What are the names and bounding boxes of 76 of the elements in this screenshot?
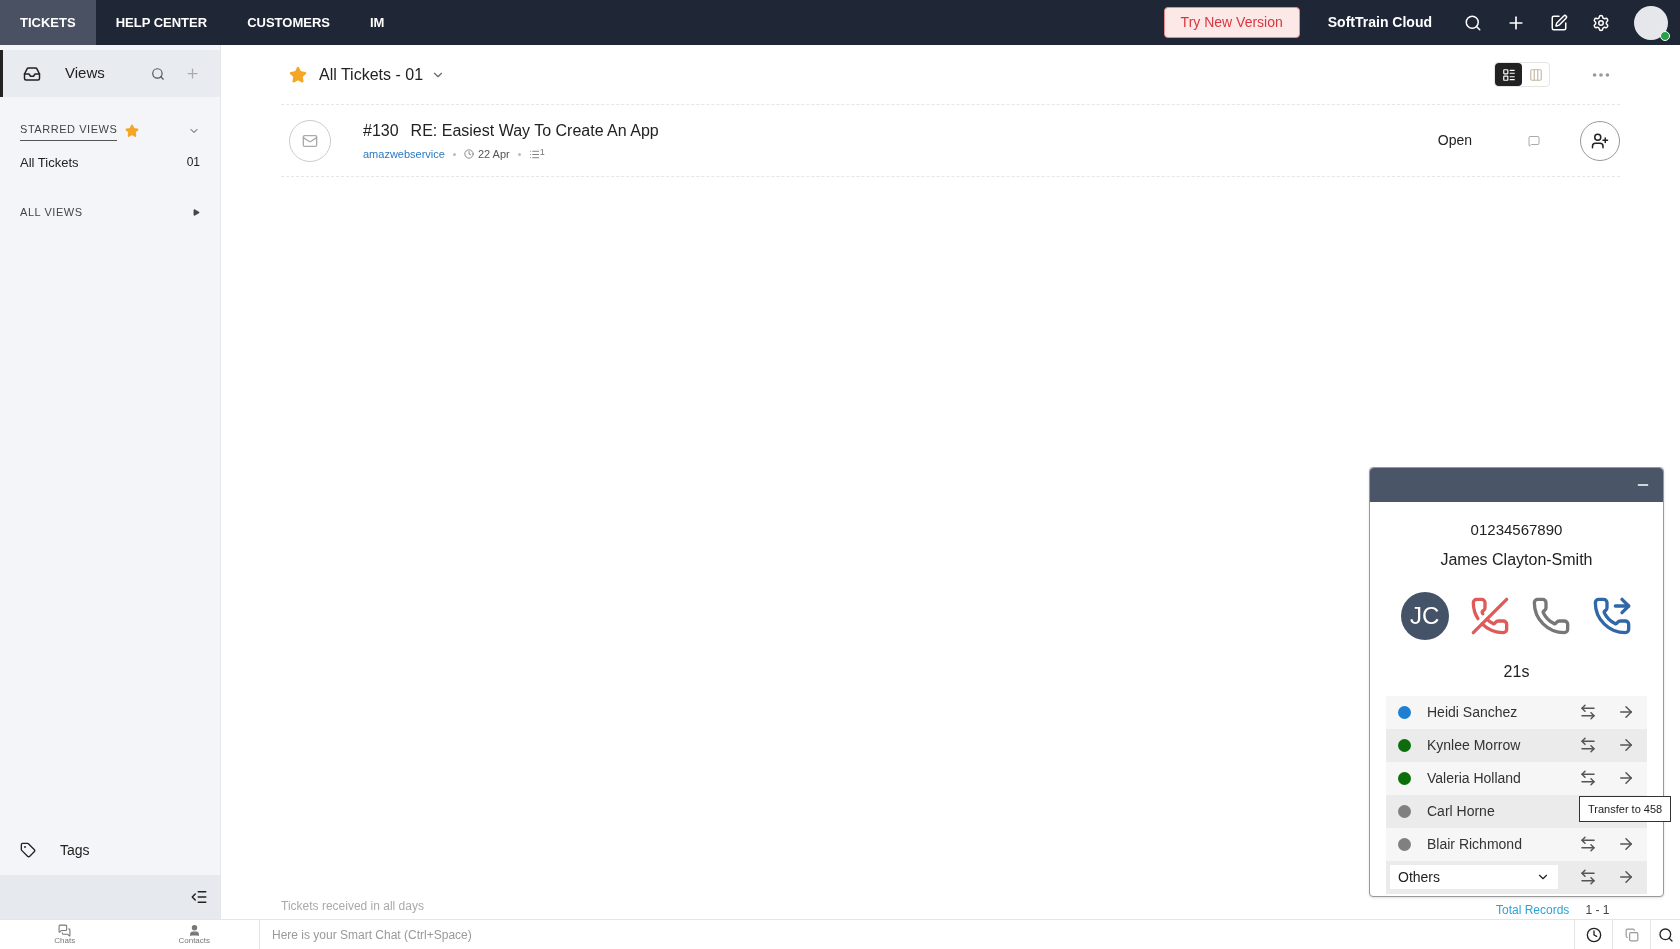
- hold-call-icon[interactable]: [1531, 595, 1572, 636]
- star-icon[interactable]: [289, 65, 307, 84]
- section-label: ALL VIEWS: [20, 205, 83, 220]
- try-new-version-button[interactable]: Try New Version: [1163, 7, 1300, 38]
- agent-name: Valeria Holland: [1427, 768, 1522, 788]
- caller-name: James Clayton-Smith: [1439, 549, 1594, 570]
- tags-item[interactable]: Tags: [0, 825, 220, 875]
- arrow-right-icon[interactable]: [1617, 769, 1635, 787]
- agent-row[interactable]: Blair Richmond: [1386, 827, 1647, 861]
- list-view-button[interactable]: [1495, 63, 1522, 86]
- nav-tab[interactable]: TICKETS: [0, 0, 96, 45]
- nav-tab[interactable]: CUSTOMERS: [227, 0, 350, 45]
- ticket-subject[interactable]: RE: Easiest Way To Create An App: [410, 118, 659, 143]
- smart-chat-input[interactable]: Here is your Smart Chat (Ctrl+Space): [260, 920, 1574, 949]
- arrow-right-icon[interactable]: [1617, 736, 1635, 754]
- settings-icon[interactable]: [1592, 13, 1610, 32]
- search-icon[interactable]: [1657, 926, 1674, 943]
- views-title: Views: [65, 63, 105, 84]
- total-records-label: Total Records: [1496, 902, 1570, 919]
- ticket-number: #130: [363, 120, 399, 141]
- caller-avatar: JC: [1400, 591, 1449, 640]
- agent-row[interactable]: Heidi Sanchez: [1386, 695, 1647, 729]
- clock-icon: [463, 149, 474, 159]
- footer-note: Tickets received in all days: [281, 898, 424, 915]
- collapse-icon[interactable]: [190, 888, 208, 906]
- thread-count: 1: [539, 145, 545, 159]
- call-duration: 21s: [1502, 661, 1531, 682]
- arrow-right-icon[interactable]: [1617, 868, 1635, 886]
- notes-icon[interactable]: [1624, 927, 1639, 942]
- star-icon: [125, 123, 140, 138]
- columns-icon: [1528, 67, 1543, 82]
- search-icon[interactable]: [1464, 13, 1482, 32]
- agent-name: Kynlee Morrow: [1427, 735, 1522, 755]
- compose-icon[interactable]: [1550, 13, 1568, 32]
- add-user-icon: [1591, 131, 1609, 150]
- person-icon: [187, 924, 201, 937]
- arrow-right-icon[interactable]: [1617, 703, 1635, 721]
- swap-arrows-icon[interactable]: [1579, 703, 1597, 721]
- ticket-type-icon: [289, 119, 331, 162]
- comment-icon: [1528, 134, 1540, 147]
- list-icon: [528, 148, 540, 160]
- total-records-range: 1 - 1: [1585, 902, 1610, 919]
- chat-bubbles-icon: [58, 924, 72, 937]
- agent-name: Heidi Sanchez: [1427, 702, 1519, 722]
- tray-icon: [23, 64, 41, 83]
- section-label: STARRED VIEWS: [20, 121, 118, 141]
- agent-row[interactable]: Kynlee Morrow: [1386, 728, 1647, 762]
- transfer-call-icon[interactable]: [1592, 595, 1633, 636]
- swap-arrows-icon[interactable]: [1579, 769, 1597, 787]
- list-layout-icon: [1501, 67, 1516, 82]
- ticket-date: 22 Apr: [477, 146, 510, 162]
- clock-icon[interactable]: [1585, 926, 1602, 943]
- tag-icon: [20, 842, 36, 858]
- arrow-right-icon[interactable]: [1617, 835, 1635, 853]
- agent-row[interactable]: Valeria Holland: [1386, 761, 1647, 795]
- view-title[interactable]: All Tickets - 01: [319, 62, 424, 87]
- swap-arrows-icon[interactable]: [1579, 835, 1597, 853]
- nav-tab[interactable]: HELP CENTER: [95, 0, 228, 45]
- view-item[interactable]: All Tickets 01: [0, 152, 220, 172]
- ticket-status[interactable]: Open: [1437, 130, 1472, 151]
- agent-name: Blair Richmond: [1427, 834, 1523, 854]
- nav-tab[interactable]: IM: [349, 0, 405, 45]
- chats-nav-button[interactable]: Chats: [0, 920, 130, 949]
- contacts-nav-button[interactable]: Contacts: [129, 920, 259, 949]
- caret-icon[interactable]: [193, 208, 200, 216]
- user-avatar[interactable]: [1634, 5, 1668, 40]
- view-count: 01: [186, 154, 200, 172]
- agent-name: Carl Horne: [1427, 801, 1496, 821]
- tooltip: Transfer to 458: [1579, 795, 1672, 822]
- organization-name: SoftTrain Cloud: [1327, 13, 1432, 32]
- swap-arrows-icon[interactable]: [1579, 868, 1597, 886]
- caller-number: 01234567890: [1469, 520, 1564, 540]
- others-dropdown[interactable]: Others: [1390, 865, 1558, 889]
- swap-arrows-icon[interactable]: [1579, 736, 1597, 754]
- contact-link[interactable]: amazwebservice: [363, 145, 445, 163]
- hang-up-icon[interactable]: [1469, 595, 1510, 636]
